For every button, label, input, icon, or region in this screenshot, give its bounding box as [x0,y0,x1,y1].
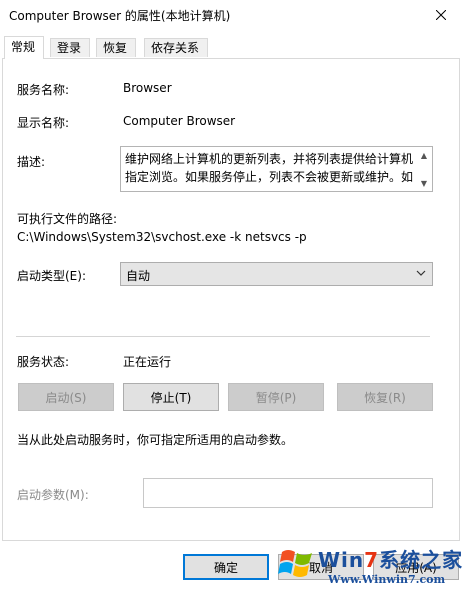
stop-button[interactable]: 停止(T) [123,383,219,411]
service-name-label: 服务名称: [17,83,70,97]
general-panel [2,58,460,541]
service-name-value: Browser [123,81,172,95]
display-name-label: 显示名称: [17,116,70,130]
service-status-label: 服务状态: [17,355,70,369]
exe-path-label: 可执行文件的路径: [17,212,118,226]
tab-label: 登录 [57,41,82,55]
tab-strip: 常规 登录 恢复 依存关系 [0,36,464,59]
tab-label: 恢复 [103,41,128,55]
separator [16,336,430,337]
tab-label: 常规 [11,40,36,54]
startup-type-label: 启动类型(E): [17,269,86,283]
start-params-input[interactable] [143,478,433,508]
ok-button[interactable]: 确定 [183,554,269,580]
display-name-value: Computer Browser [123,114,236,128]
exe-path-value: C:\Windows\System32\svchost.exe -k netsv… [17,230,307,244]
tab-logon[interactable]: 登录 [50,38,90,57]
watermark: Win7系统之家 Www.Winwin7.com [276,540,462,590]
watermark-win: Win [318,548,365,572]
button-label: 确定 [213,560,238,575]
watermark-url: Www.Winwin7.com [328,573,446,586]
pause-button[interactable]: 暂停(P) [228,383,324,411]
start-button[interactable]: 启动(S) [18,383,114,411]
chevron-down-icon [416,270,426,276]
scroll-up-icon[interactable]: ▲ [418,149,430,161]
tab-recovery[interactable]: 恢复 [96,38,136,57]
close-button[interactable] [418,0,464,30]
startup-type-value: 自动 [126,269,151,283]
start-params-hint: 当从此处启动服务时，你可指定所适用的启动参数。 [17,433,294,447]
start-params-label: 启动参数(M): [17,488,89,502]
close-icon [436,10,446,20]
scroll-down-icon[interactable]: ▼ [418,177,430,189]
resume-button[interactable]: 恢复(R) [337,383,433,411]
tab-label: 依存关系 [151,41,200,55]
tab-general[interactable]: 常规 [4,36,44,59]
windows-logo-icon [278,550,312,577]
window-title: Computer Browser 的属性(本地计算机) [9,9,231,23]
button-label: 暂停(P) [255,390,297,405]
description-text: 维护网络上计算机的更新列表，并将列表提供给计算机指定浏览。如果服务停止，列表不会… [125,152,414,184]
watermark-title: Win7系统之家 [318,544,463,573]
description-label: 描述: [17,155,46,169]
watermark-7: 7 [364,548,380,572]
startup-type-select[interactable]: 自动 [120,262,433,286]
button-label: 启动(S) [45,390,87,405]
description-box[interactable]: 维护网络上计算机的更新列表，并将列表提供给计算机指定浏览。如果服务停止，列表不会… [120,146,433,192]
tab-dependencies[interactable]: 依存关系 [144,38,208,57]
service-status-value: 正在运行 [123,355,172,369]
watermark-cn: 系统之家 [379,548,464,572]
title-bar: Computer Browser 的属性(本地计算机) [0,0,464,30]
button-label: 停止(T) [150,390,192,405]
button-label: 恢复(R) [364,390,406,405]
